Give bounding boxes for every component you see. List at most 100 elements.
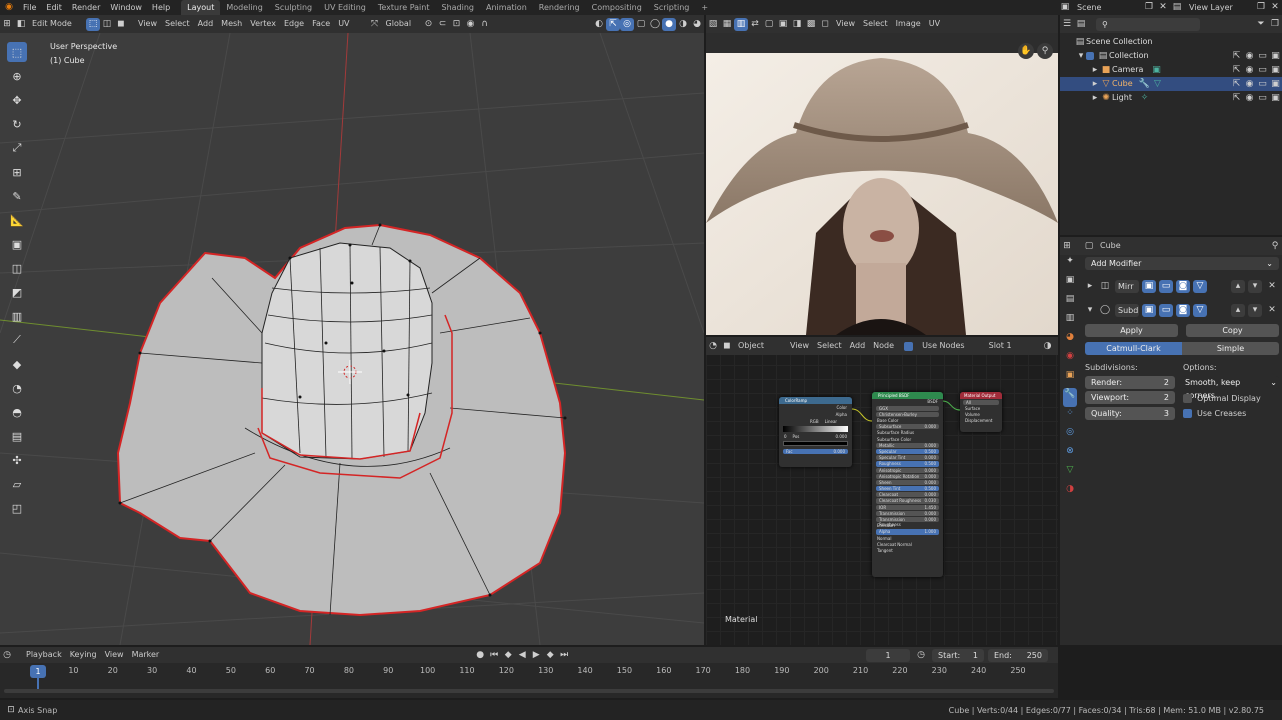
shader-type-dropdown[interactable]: Object: [734, 339, 786, 353]
outliner-item-camera[interactable]: ▸ ■ Camera ▣ ⇱ ◉ ▭ ▣: [1060, 63, 1282, 77]
menu-node[interactable]: Node: [869, 339, 898, 353]
bsdf-input-row[interactable]: Clearcoat 0.000: [876, 492, 939, 498]
remove-modifier-icon[interactable]: ✕: [1265, 280, 1279, 293]
menu-edit[interactable]: Edit: [41, 0, 67, 15]
copy-scene-icon[interactable]: ❐: [1142, 1, 1156, 14]
play-icon[interactable]: ▶: [529, 649, 543, 662]
cage-toggle-icon[interactable]: ▽: [1193, 303, 1207, 317]
bsdf-input-row[interactable]: Sheen 0.000: [876, 479, 939, 486]
expand-icon[interactable]: ▸: [1090, 92, 1100, 105]
move-tool[interactable]: ✥: [7, 90, 27, 110]
rendered-shading-icon[interactable]: ◕: [690, 18, 704, 31]
move-down-icon[interactable]: ▾: [1248, 303, 1262, 317]
image-editor[interactable]: ▧ ▦ ▥ ⇄ ▢ ▣ ◨ ▩ ◻ View Select Image UV ✋…: [706, 15, 1058, 335]
menu-view[interactable]: View: [134, 17, 161, 31]
mirror-modifier-name[interactable]: Mirr: [1115, 279, 1139, 293]
slot-dropdown[interactable]: Slot 1: [985, 339, 1041, 353]
shear-tool[interactable]: ▱: [7, 474, 27, 494]
render-restrict-icon[interactable]: ▣: [1269, 64, 1282, 77]
orientation-dropdown[interactable]: Global: [382, 17, 422, 31]
render-restrict-icon[interactable]: ▣: [1269, 50, 1282, 63]
timeline-scrollbar[interactable]: [4, 689, 1054, 693]
material-tab-icon[interactable]: ◑: [1063, 483, 1077, 502]
sticky-icon[interactable]: ◨: [790, 18, 804, 31]
menu-uv[interactable]: UV: [925, 17, 944, 31]
colorramp-pos-value[interactable]: 0.000: [836, 433, 847, 440]
expand-icon[interactable]: ▾: [1076, 50, 1086, 63]
scene-collection-row[interactable]: ▤ Scene Collection: [1060, 35, 1282, 49]
principled-bsdf-node[interactable]: Principled BSDF BSDF GGX Christensen-Bur…: [872, 392, 943, 577]
visibility-icon[interactable]: ◉: [1243, 78, 1256, 91]
frame-ruler[interactable]: 1102030405060708090100110120130140150160…: [0, 665, 1058, 679]
view-layer-tab-icon[interactable]: ▥: [1063, 312, 1077, 331]
bsdf-input-row[interactable]: Anisotropic Rotation 0.000: [876, 473, 939, 479]
editor-type-icon[interactable]: ◷: [0, 649, 14, 662]
viewport-levels-field[interactable]: Viewport: 2: [1085, 391, 1175, 404]
tab-sculpting[interactable]: Sculpting: [269, 0, 318, 15]
editor-type-icon[interactable]: ⊞: [1060, 240, 1074, 253]
solid-shading-icon[interactable]: ●: [662, 17, 676, 31]
annotate-tool[interactable]: ✎: [7, 186, 27, 206]
colorramp-index[interactable]: 0: [784, 433, 787, 440]
menu-edge[interactable]: Edge: [280, 17, 308, 31]
menu-render[interactable]: Render: [67, 0, 105, 15]
jump-end-icon[interactable]: ⏭: [557, 649, 571, 662]
bsdf-input-row[interactable]: Subsurface 0.000: [876, 424, 939, 430]
viewport-restrict-icon[interactable]: ▭: [1256, 64, 1269, 77]
next-keyframe-icon[interactable]: ◆: [543, 649, 557, 662]
mirror-modifier-row[interactable]: ▸ ◫ Mirr ▣ ▭ ◙ ▽ ▴ ▾ ✕: [1085, 278, 1279, 294]
editor-type-icon[interactable]: ▧: [706, 18, 720, 31]
rotate-tool[interactable]: ↻: [7, 114, 27, 134]
poly-build-tool[interactable]: ◆: [7, 354, 27, 374]
tab-shading[interactable]: Shading: [435, 0, 480, 15]
simple-tab[interactable]: Simple: [1182, 342, 1279, 355]
menu-view[interactable]: View: [786, 339, 813, 353]
face-select-icon[interactable]: ◼: [114, 18, 128, 31]
expand-icon[interactable]: ▸: [1085, 280, 1095, 293]
use-creases-checkbox[interactable]: [1183, 409, 1192, 418]
material-shading-icon[interactable]: ◑: [676, 18, 690, 31]
outliner[interactable]: ☰ ▤ ⚲ ⏷ ❐ ▤ Scene Collection ▾ ▤ Collect…: [1060, 15, 1282, 235]
viewport-restrict-icon[interactable]: ▭: [1256, 78, 1269, 91]
menu-playback[interactable]: Playback: [22, 648, 66, 662]
overlay-icon[interactable]: ◎: [620, 17, 634, 31]
select-mode-icon[interactable]: ▣: [776, 18, 790, 31]
colorramp-node[interactable]: ColorRamp Color Alpha RGB Linear 0 Pos 0…: [779, 397, 852, 467]
render-toggle-icon[interactable]: ◙: [1176, 303, 1190, 317]
select-box-tool[interactable]: ⬚: [7, 42, 27, 62]
jump-start-icon[interactable]: ⏮: [487, 649, 501, 662]
menu-help[interactable]: Help: [147, 0, 175, 15]
visibility-icon[interactable]: ◉: [1243, 92, 1256, 105]
select-island-icon[interactable]: ▩: [804, 18, 818, 31]
display-icon[interactable]: ◻: [818, 18, 832, 31]
menu-view[interactable]: View: [101, 648, 128, 662]
view-layer-name[interactable]: View Layer: [1184, 0, 1254, 15]
tab-uv-editing[interactable]: UV Editing: [318, 0, 372, 15]
visibility-icon[interactable]: ◉: [1243, 64, 1256, 77]
output-tab-icon[interactable]: ▤: [1063, 293, 1077, 312]
bsdf-input-row[interactable]: Transmission 0.000: [876, 510, 939, 516]
timeline[interactable]: ◷ Playback Keying View Marker ● ⏮ ◆ ◀ ▶ …: [0, 647, 1058, 698]
play-reverse-icon[interactable]: ◀: [515, 649, 529, 662]
material-output-node[interactable]: Material Output All Surface Volume Displ…: [960, 392, 1002, 432]
collapse-icon[interactable]: ▾: [1085, 304, 1095, 317]
menu-select[interactable]: Select: [813, 339, 846, 353]
view-mode-icon[interactable]: ▦: [720, 18, 734, 31]
uv-sync-icon[interactable]: ⇄: [748, 18, 762, 31]
menu-uv[interactable]: UV: [334, 17, 353, 31]
menu-view[interactable]: View: [832, 17, 859, 31]
editor-type-icon[interactable]: ⊞: [0, 18, 14, 31]
bsdf-input-row[interactable]: Transmission Roughness 0.000: [876, 517, 939, 527]
copy-button[interactable]: Copy: [1186, 324, 1279, 337]
physics-tab-icon[interactable]: ◎: [1063, 426, 1077, 445]
blender-logo-icon[interactable]: ◉: [0, 1, 18, 14]
menu-file[interactable]: File: [18, 0, 41, 15]
menu-keying[interactable]: Keying: [66, 648, 101, 662]
falloff-icon[interactable]: ∩: [478, 18, 492, 31]
bsdf-input-row[interactable]: Anisotropic 0.000: [876, 467, 939, 473]
mode-dropdown[interactable]: Edit Mode: [28, 17, 86, 31]
expand-icon[interactable]: ▸: [1090, 64, 1100, 77]
editor-type-icon[interactable]: ◔: [706, 340, 720, 353]
tool-tab-icon[interactable]: ✦: [1063, 255, 1077, 274]
tab-rendering[interactable]: Rendering: [533, 0, 586, 15]
